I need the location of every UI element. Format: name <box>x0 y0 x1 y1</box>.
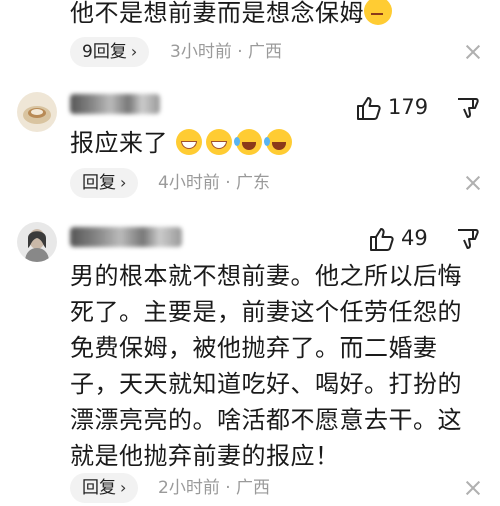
reply-label: 回复 <box>82 478 116 498</box>
reply-button[interactable]: 9回复 › <box>70 37 150 67</box>
comment-line: 男的根本就不想前妻。他之所以后悔 <box>70 262 462 290</box>
like-count: 179 <box>388 95 429 119</box>
comment-line: 漂漂亮亮的。啥活都不愿意去干。这 <box>70 406 462 434</box>
reply-button[interactable]: 回复 › <box>70 473 139 503</box>
comment-meta: 3小时前 · 广西 <box>170 42 283 62</box>
tears-of-joy-icon <box>264 129 293 155</box>
comment-line: 免费保姆，被他抛弃了。而二婚妻 <box>70 334 438 362</box>
comment-meta: 4小时前 · 广东 <box>158 173 271 193</box>
chevron-right-icon: › <box>120 478 127 497</box>
like-button[interactable] <box>368 225 396 253</box>
avatar-image <box>17 92 57 132</box>
username-blurred <box>70 94 160 114</box>
thumbs-down-icon <box>458 98 479 118</box>
comment-meta: 2小时前 · 广西 <box>158 478 271 498</box>
thumbs-up-icon <box>370 228 394 251</box>
dislike-button[interactable] <box>455 95 481 123</box>
dislike-button[interactable] <box>455 226 481 254</box>
close-icon[interactable] <box>466 45 480 59</box>
reply-label: 回复 <box>82 173 116 193</box>
comment-line: 就是他抛弃前妻的报应！ <box>70 442 340 470</box>
tears-of-joy-icon <box>234 129 263 155</box>
avatar[interactable] <box>17 92 57 132</box>
grin-icon <box>176 129 203 155</box>
chevron-right-icon: › <box>130 42 138 61</box>
close-icon[interactable] <box>466 176 480 190</box>
comment-line: 子，天天就知道吃好、喝好。打扮的 <box>70 370 462 398</box>
grin-icon <box>206 129 233 155</box>
comment-text: 他不是想前妻而是想念保姆 <box>70 0 396 31</box>
thumbs-down-icon <box>458 229 479 249</box>
thinking-face-icon <box>364 0 392 25</box>
reply-count-label: 9回复 <box>82 42 127 62</box>
avatar[interactable] <box>17 222 57 262</box>
comment-line: 死了。主要是，前妻这个任劳任怨的 <box>70 298 462 326</box>
thumbs-up-icon <box>357 97 381 120</box>
avatar-image <box>17 222 57 262</box>
comment-text: 男的根本就不想前妻。他之所以后悔 死了。主要是，前妻这个任劳任怨的 免费保姆，被… <box>70 258 495 474</box>
username-blurred <box>70 227 182 247</box>
comment-text: 报应来了 <box>70 125 296 161</box>
comment-text-content: 报应来了 <box>70 129 168 157</box>
like-button[interactable] <box>355 94 383 122</box>
chevron-right-icon: › <box>120 173 127 192</box>
comment-text-content: 他不是想前妻而是想念保姆 <box>70 0 364 27</box>
reply-button[interactable]: 回复 › <box>70 168 139 198</box>
close-icon[interactable] <box>466 481 480 495</box>
like-count: 49 <box>401 226 428 250</box>
